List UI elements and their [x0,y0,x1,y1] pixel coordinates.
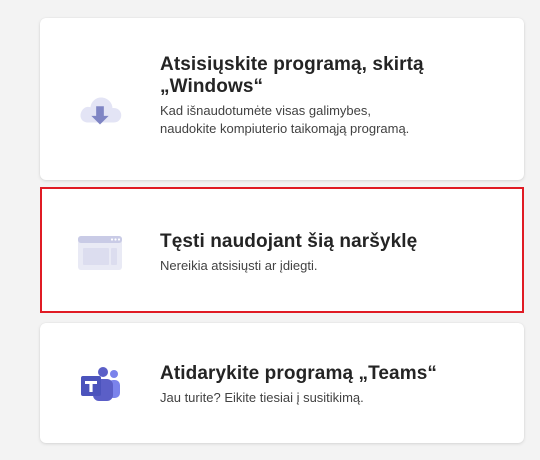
cloud-download-icon [76,88,124,136]
download-app-card[interactable]: Atsisiųskite programą, skirtą „Windows“ … [40,18,524,180]
continue-in-browser-card[interactable]: Tęsti naudojant šią naršyklę Nereikia at… [40,187,524,313]
browser-window-icon [76,229,124,277]
open-teams-app-card[interactable]: Atidarykite programą „Teams“ Jau turite?… [40,323,524,443]
teams-logo-icon [76,361,124,409]
continue-in-browser-description: Nereikia atsisiųsti ar įdiegti. [160,258,318,273]
open-teams-description: Jau turite? Eikite tiesiai į susitikimą. [160,390,364,405]
download-app-description: Kad išnaudotumėte visas galimybes, naudo… [160,103,410,136]
download-app-title: Atsisiųskite programą, skirtą „Windows“ [160,54,424,97]
open-teams-title: Atidarykite programą „Teams“ [160,363,437,384]
continue-in-browser-title: Tęsti naudojant šią naršyklę [160,231,418,252]
